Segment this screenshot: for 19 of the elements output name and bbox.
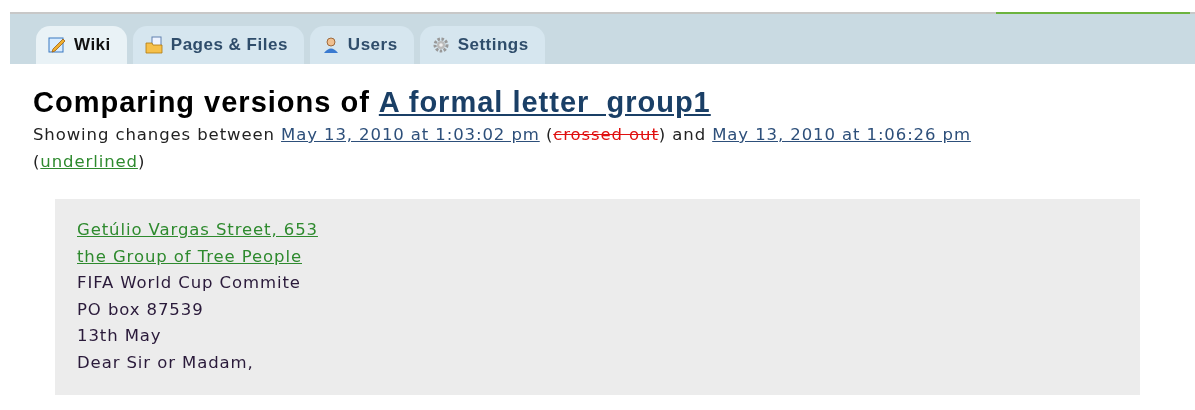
user-icon: [321, 36, 340, 54]
edit-icon: [48, 36, 66, 54]
text-line: PO box 87539: [77, 298, 204, 321]
comparison-summary: Showing changes between May 13, 2010 at 1:03:02 pm (crossed out) and May 13, 2010 at 1:06:26 pm (underlined): [33, 124, 972, 173]
tab[interactable]: Wiki: [36, 26, 127, 64]
inserted-line: Getúlio Vargas Street, 653: [77, 219, 318, 241]
text-line: Dear Sir or Madam,: [77, 351, 254, 374]
version-link[interactable]: May 13, 2010 at 1:06:26 pm: [712, 125, 971, 144]
text-line: FIFA World Cup Commite: [77, 272, 301, 294]
version-link[interactable]: May 13, 2010 at 1:03:02 pm: [281, 125, 540, 144]
folder-icon: [144, 36, 163, 54]
page-link[interactable]: A formal letter_group1: [378, 86, 711, 119]
inserted-line: the Group of Tree People: [77, 245, 302, 268]
page-title: Comparing versions of: [33, 86, 370, 119]
tab[interactable]: Settings: [419, 26, 545, 64]
tab[interactable]: Pages & Files: [132, 26, 304, 64]
settings-icon: [431, 36, 450, 54]
tab[interactable]: Users: [309, 26, 414, 64]
text-line: 13th May: [77, 325, 162, 347]
